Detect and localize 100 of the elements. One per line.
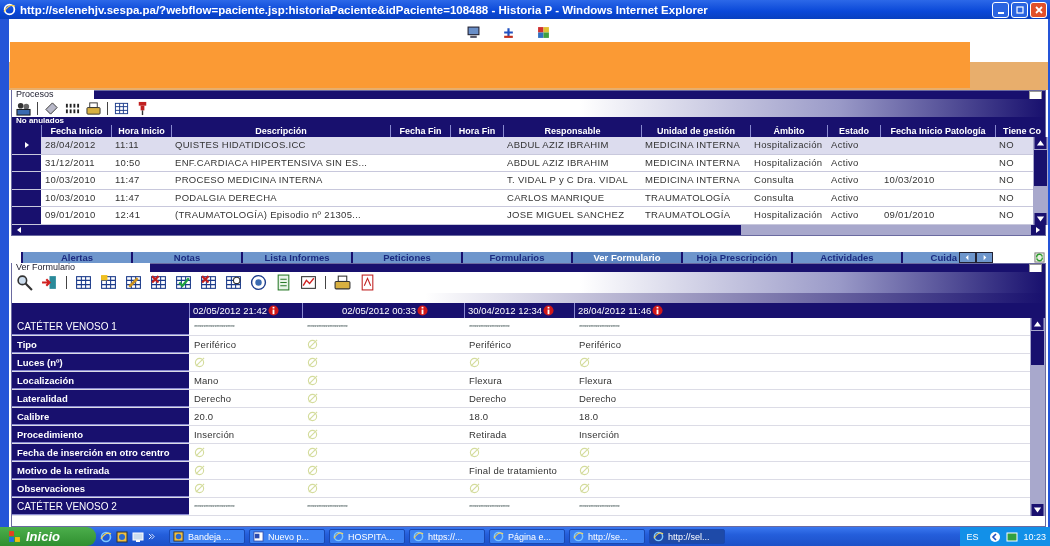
table-row[interactable]: 09/01/2010 12:41 (TRAUMATOLOGÍA) Episodio nº 21305... JOSE MIGUEL SANCHEZ TRAUMATOLOGÍA Hospitalización Activo 09/01/2010 NO — [12, 207, 1033, 225]
scroll-thumb[interactable] — [1031, 331, 1044, 365]
edit-icon[interactable] — [125, 274, 142, 291]
scroll-thumb[interactable] — [1034, 150, 1047, 186]
desktop-icon[interactable] — [132, 530, 144, 543]
empty-value-icon — [579, 483, 590, 494]
table-cell: Flexura — [579, 375, 613, 386]
clock: 10:23 — [1023, 531, 1046, 542]
griddel-icon[interactable] — [200, 274, 217, 291]
taskbar-button[interactable]: Bandeja ... — [169, 529, 245, 544]
monitor-icon[interactable] — [467, 26, 480, 39]
table-cell-text: Activo — [830, 208, 860, 223]
table-cell-text: 10/03/2010 — [44, 190, 97, 205]
exit-icon[interactable] — [41, 274, 58, 291]
app-icon[interactable] — [116, 530, 128, 543]
tab-scroll-right-button[interactable] — [976, 252, 993, 263]
table-row[interactable]: 10/03/2010 11:47 PROCESO MEDICINA INTERNA T. VIDAL P y C Dra. VIDAL MEDICINA INTERNA Consulta Activo 10/03/2010 NO — [12, 172, 1033, 190]
table-cell-text: NO — [998, 138, 1015, 152]
table-cell-text: ENF.CARDIACA HIPERTENSIVA SIN ES... — [174, 155, 369, 170]
vertical-scrollbar[interactable] — [1033, 137, 1048, 225]
date-column-header[interactable]: 02/05/2012 21:42 — [189, 303, 302, 318]
grid-icon[interactable] — [114, 100, 129, 116]
tab[interactable]: Notas — [131, 252, 241, 263]
empty-value-icon — [469, 447, 480, 458]
table-cell-text: Consulta — [753, 190, 795, 205]
app-icon — [173, 531, 184, 542]
tag-icon[interactable] — [44, 100, 59, 116]
row-label: Lateralidad — [12, 390, 189, 407]
table-cell-text: QUISTES HIDATIDICOS.ICC — [174, 138, 307, 152]
empty-value-icon — [307, 339, 318, 350]
gridsearch-icon[interactable] — [225, 274, 242, 291]
table-cell-text: 09/01/2010 — [44, 208, 97, 223]
scroll-left-icon[interactable] — [12, 225, 26, 235]
table-cell-text: TRAUMATOLOGÍA — [644, 208, 732, 223]
taskbar-button[interactable]: Nuevo p... — [249, 529, 325, 544]
empty-value-icon — [469, 357, 480, 368]
puzzle-icon[interactable] — [537, 26, 550, 39]
table-cell-text: CARLOS MANRIQUE — [506, 190, 606, 205]
table-cell-text: MEDICINA INTERNA — [644, 138, 742, 152]
scroll-right-icon[interactable] — [1031, 225, 1045, 235]
date-column-header[interactable]: 30/04/2012 12:34 — [464, 303, 574, 318]
table-cell: Periférico — [469, 339, 512, 350]
browser-icon — [573, 531, 584, 542]
horizontal-scrollbar[interactable] — [12, 225, 1045, 235]
empty-value-icon — [307, 429, 318, 440]
taskbar-button[interactable]: http://se... — [569, 529, 645, 544]
printer-icon[interactable] — [334, 274, 351, 291]
minimize-button[interactable] — [992, 1, 1009, 18]
table-row[interactable]: 28/04/2012 11:11 QUISTES HIDATIDICOS.ICC ABDUL AZIZ IBRAHIM MEDICINA INTERNA Hospitalización Activo NO — [12, 137, 1033, 155]
scroll-thumb[interactable] — [26, 225, 741, 235]
check-icon[interactable] — [175, 274, 192, 291]
date-column-header[interactable]: 28/04/2012 11:46 — [574, 303, 686, 318]
info-icon[interactable] — [267, 305, 279, 316]
table-cell: Inserción — [579, 429, 620, 440]
printer-icon[interactable] — [86, 100, 101, 116]
search-icon[interactable] — [16, 274, 33, 291]
minimize-icon — [997, 11, 1004, 14]
window-title: http://selenehjv.sespa.pa/?webflow=paciente.jsp:historiaPaciente&idPaciente=108488 - Historia P - Windows Internet Explorer — [20, 3, 709, 16]
grid-icon[interactable] — [75, 274, 92, 291]
empty-value-icon — [579, 357, 590, 368]
sheet-icon[interactable] — [275, 274, 292, 291]
row-label: Localización — [12, 372, 189, 389]
info-icon[interactable] — [652, 305, 664, 316]
gridadd-icon[interactable] — [100, 274, 117, 291]
taskbar-button[interactable]: http://sel... — [649, 529, 725, 544]
maximize-button[interactable] — [1011, 1, 1028, 18]
empty-value-icon — [307, 393, 318, 404]
table-cell-text: Activo — [830, 155, 860, 170]
chevron-icon[interactable] — [148, 533, 155, 540]
table-cell-text: 28/04/2012 — [44, 138, 97, 152]
chart-icon[interactable] — [300, 274, 317, 291]
row-label: Fecha de inserción en otro centro — [12, 444, 189, 461]
scroll-down-icon[interactable] — [1033, 213, 1048, 225]
scroll-up-icon[interactable] — [1033, 137, 1048, 149]
table-cell-text: Activo — [830, 138, 860, 152]
tab-scroll-left-button[interactable] — [959, 252, 976, 263]
info-icon[interactable] — [542, 305, 554, 316]
browser-icon[interactable] — [100, 530, 112, 543]
empty-value-icon — [579, 447, 590, 458]
table-cell: Retirada — [469, 429, 507, 440]
eye-icon[interactable] — [250, 274, 267, 291]
vertical-scrollbar[interactable] — [1030, 318, 1045, 516]
info-icon[interactable] — [417, 305, 428, 316]
table-cell-text: ABDUL AZIZ IBRAHIM — [506, 155, 610, 170]
griddel-icon[interactable] — [150, 274, 167, 291]
browser-icon — [413, 531, 424, 542]
row-label: Observaciones — [12, 480, 189, 497]
scroll-up-icon[interactable] — [1030, 318, 1045, 330]
close-button[interactable] — [1030, 1, 1047, 18]
row-header[interactable] — [12, 137, 41, 154]
left-arrow-icon — [964, 254, 971, 261]
date-column-header[interactable]: 02/05/2012 00:33 — [302, 303, 464, 318]
scroll-down-icon[interactable] — [1030, 504, 1045, 516]
people-icon[interactable] — [16, 100, 31, 116]
table-cell-text: JOSE MIGUEL SANCHEZ — [506, 208, 626, 223]
taskbar-button[interactable]: Página e... — [489, 529, 565, 544]
pdf-icon[interactable] — [359, 274, 376, 291]
taskbar-button[interactable]: https://... — [409, 529, 485, 544]
taskbar-button[interactable]: HOSPITA... — [329, 529, 405, 544]
plus-icon[interactable] — [502, 26, 515, 39]
